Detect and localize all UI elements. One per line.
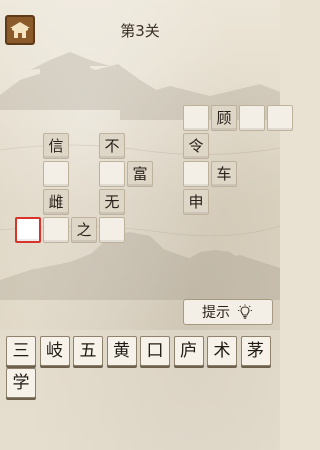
grid-cell-filled: 无 [99, 189, 125, 215]
grid-cell-filled: 信 [43, 133, 69, 159]
grid-cell-empty[interactable] [183, 105, 209, 131]
grid-cell-filled: 富 [127, 161, 153, 187]
candidate-key[interactable]: 岐 [39, 336, 70, 366]
grid-cell-empty[interactable] [183, 161, 209, 187]
candidate-key[interactable]: 黄 [106, 336, 137, 366]
grid-cell-empty[interactable] [99, 217, 125, 243]
candidate-key[interactable]: 术 [207, 336, 237, 366]
grid-cell-empty[interactable] [267, 105, 293, 131]
candidate-key[interactable]: 口 [140, 336, 170, 366]
candidate-key[interactable]: 三 [6, 336, 36, 366]
candidate-key[interactable]: 学 [6, 368, 36, 398]
grid-cell-filled: 顾 [211, 105, 237, 131]
hint-label: 提示 [202, 305, 230, 321]
candidate-key[interactable]: 五 [73, 336, 103, 366]
grid-cell-filled: 雌 [43, 189, 69, 215]
grid-cell-filled: 之 [71, 217, 97, 243]
grid-cell-filled: 令 [183, 133, 209, 159]
candidate-key[interactable]: 庐 [173, 336, 204, 366]
hint-button[interactable]: 提示 [183, 299, 273, 325]
grid-cell-filled: 不 [99, 133, 125, 159]
grid-cell-filled: 车 [211, 161, 237, 187]
grid-cell-empty[interactable] [239, 105, 265, 131]
grid-cell-empty[interactable] [99, 161, 125, 187]
grid-cell-filled: 申 [183, 189, 209, 215]
level-title: 第3关 [120, 22, 160, 40]
lightbulb-icon [238, 304, 252, 319]
grid-cell-empty[interactable] [43, 217, 69, 243]
grid-cell-selected[interactable] [15, 217, 41, 243]
grid-cell-empty[interactable] [43, 161, 69, 187]
candidate-key[interactable]: 茅 [240, 336, 271, 366]
top-bar: 第3关 [0, 0, 280, 46]
